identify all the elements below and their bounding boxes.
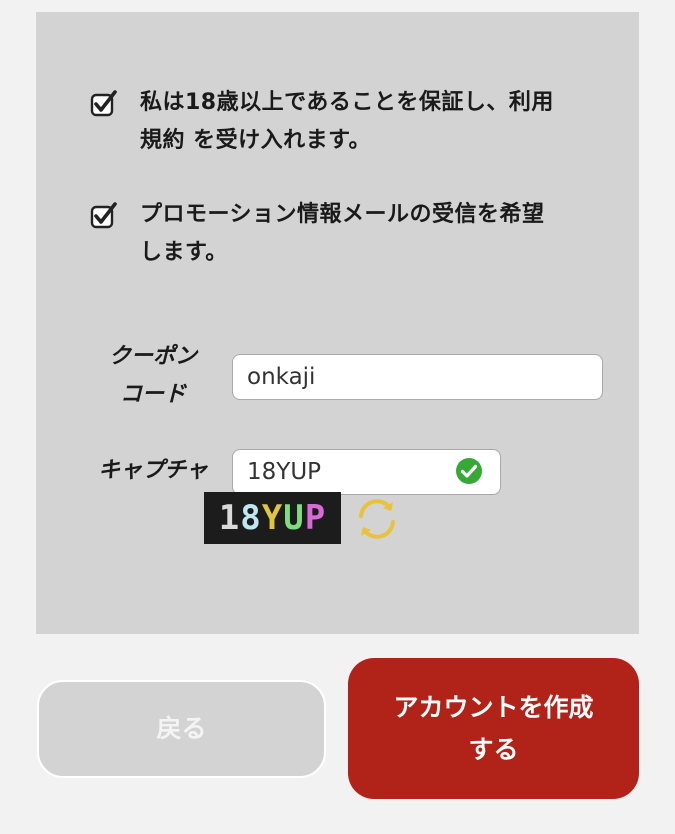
captcha-char: U: [283, 498, 305, 538]
create-account-button[interactable]: アカウントを作成 する: [348, 658, 639, 799]
promo-opt-in-row: プロモーション情報メールの受信を希望 します。: [90, 196, 610, 272]
coupon-code-input[interactable]: onkaji: [232, 354, 603, 400]
coupon-code-label-line1: クーポン: [108, 344, 197, 369]
back-button[interactable]: 戻る: [37, 680, 326, 778]
age-agreement-checkbox[interactable]: [90, 90, 118, 118]
captcha-image: 18YUP: [204, 492, 341, 544]
captcha-label: キャプチャ: [98, 458, 208, 483]
promo-opt-in-checkbox[interactable]: [90, 202, 118, 230]
promo-opt-in-label: プロモーション情報メールの受信を希望 します。: [140, 196, 545, 272]
captcha-char: Y: [261, 498, 284, 538]
age-agreement-row: 私は18歳以上であることを保証し、利用 規約 を受け入れます。: [90, 84, 610, 160]
back-button-label: 戻る: [156, 714, 207, 743]
check-circle-icon: [456, 458, 482, 484]
captcha-char: 8: [240, 498, 262, 538]
age-agreement-label: 私は18歳以上であることを保証し、利用 規約 を受け入れます。: [140, 84, 554, 160]
coupon-code-label: クーポン コード: [98, 338, 208, 414]
create-account-button-label-line2: する: [468, 734, 519, 764]
coupon-code-label-line2: コード: [119, 382, 186, 407]
promo-opt-in-label-line1: プロモーション情報メールの受信を希望: [140, 202, 545, 227]
captcha-char: 1: [218, 498, 241, 538]
create-account-button-label-line1: アカウントを作成: [393, 692, 594, 722]
captcha-char: P: [304, 498, 327, 538]
age-agreement-label-line2: 規約 を受け入れます。: [140, 128, 371, 153]
refresh-icon[interactable]: [352, 494, 402, 544]
promo-opt-in-label-line2: します。: [140, 240, 228, 265]
create-account-button-label: アカウントを作成 する: [393, 687, 593, 771]
age-agreement-label-line1: 私は18歳以上であることを保証し、利用: [140, 90, 554, 115]
